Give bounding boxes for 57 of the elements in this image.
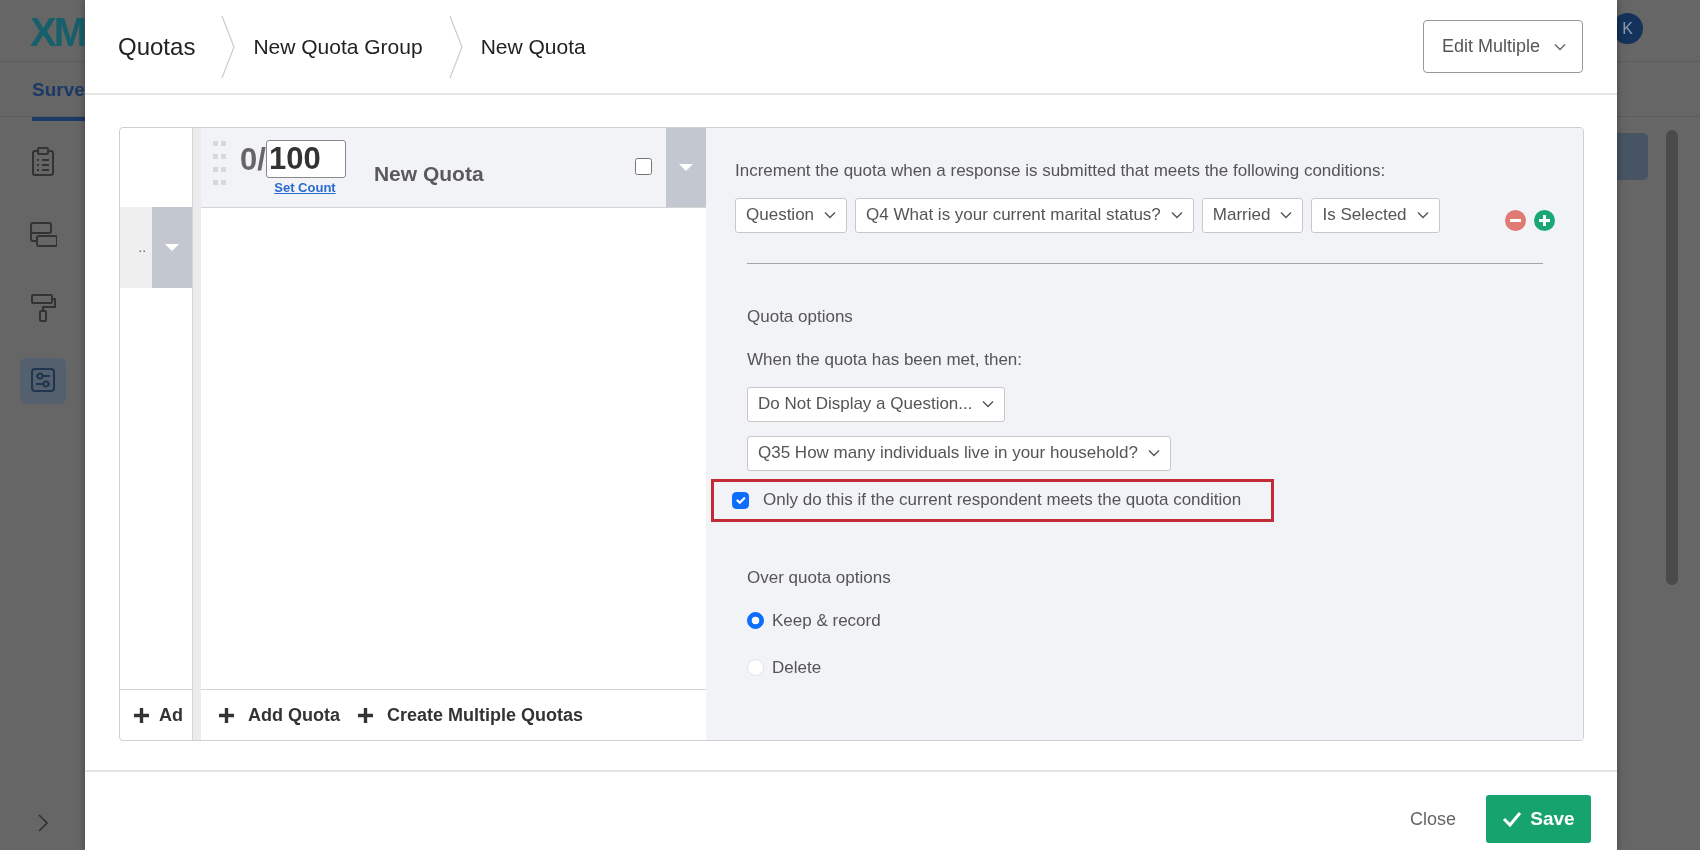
remove-icon[interactable] [1505, 209, 1526, 231]
paint-roller-icon [28, 293, 57, 323]
instruction-text: When the quota has been met, then: [747, 349, 1024, 371]
select-field[interactable]: Married [1201, 197, 1304, 233]
scrollbar[interactable] [1666, 130, 1678, 585]
add-link[interactable]: Ad [159, 701, 183, 729]
radio-button[interactable] [747, 612, 764, 630]
select-field[interactable]: Q35 How many individuals live in your household? [747, 435, 1171, 471]
plus-icon [134, 707, 149, 723]
chevron-down-icon [824, 211, 837, 219]
quota-checkbox[interactable] [635, 158, 652, 175]
set-count-link[interactable]: Set Count [274, 178, 336, 198]
quota-group-item[interactable]: .. [120, 207, 193, 288]
edit-multiple-button[interactable]: Edit Multiple [1422, 20, 1583, 73]
quota-item[interactable]: 0/100 Set Count New Quota [201, 128, 706, 208]
breadcrumb-item: New Quota [480, 33, 586, 60]
quota-count: 0/ [240, 143, 266, 175]
condition-checkbox[interactable] [732, 491, 749, 509]
layers-icon [28, 220, 57, 250]
breadcrumb-item[interactable]: Quotas [118, 28, 196, 65]
plus-icon [358, 707, 374, 723]
check-icon [1502, 811, 1523, 827]
radio-label: Keep & record [772, 610, 881, 632]
dropdown-toggle[interactable] [152, 207, 193, 288]
select-field[interactable]: Question [735, 197, 848, 233]
section-title: Over quota options [747, 566, 892, 589]
chevron-down-icon [1280, 211, 1293, 219]
section-title: Quota options [747, 305, 854, 328]
drag-handle-icon[interactable] [213, 141, 227, 186]
instruction-text: Increment the quota when a response is submitted that meets the following conditions: [735, 160, 1387, 182]
radio-label: Delete [772, 656, 822, 679]
chevron-right-icon[interactable] [38, 814, 48, 832]
chevron-down-icon [1147, 449, 1160, 457]
action-link[interactable]: Add Quota [248, 701, 341, 729]
close-link[interactable]: Close [1409, 805, 1456, 833]
caret-icon [165, 243, 180, 252]
action-link[interactable]: Create Multiple Quotas [387, 701, 584, 729]
plus-icon [219, 707, 235, 723]
chevron-down-icon [1170, 211, 1183, 219]
logo: XM [30, 10, 84, 54]
select-field[interactable]: Q4 What is your current marital status? [855, 197, 1194, 233]
dropdown-toggle[interactable] [666, 128, 706, 207]
chevron-down-icon [1554, 42, 1566, 51]
breadcrumb-item[interactable]: New Quota Group [253, 30, 423, 63]
breadcrumb-separator-icon [221, 14, 236, 79]
chevron-down-icon [982, 400, 995, 408]
breadcrumb-separator-icon [448, 14, 463, 79]
select-field[interactable]: Is Selected [1311, 197, 1440, 233]
sidebar-item[interactable] [19, 358, 66, 404]
count-input[interactable]: 100 [265, 140, 346, 178]
quota-name: New Quota [373, 161, 484, 187]
checkbox-label: Only do this if the current respondent meets the quota condition [763, 489, 1242, 512]
select-field[interactable]: Do Not Display a Question... [747, 386, 1006, 422]
chevron-down-icon [1416, 211, 1429, 219]
caret-icon [679, 163, 693, 172]
group-name: .. [138, 238, 147, 257]
add-icon[interactable] [1534, 209, 1555, 231]
